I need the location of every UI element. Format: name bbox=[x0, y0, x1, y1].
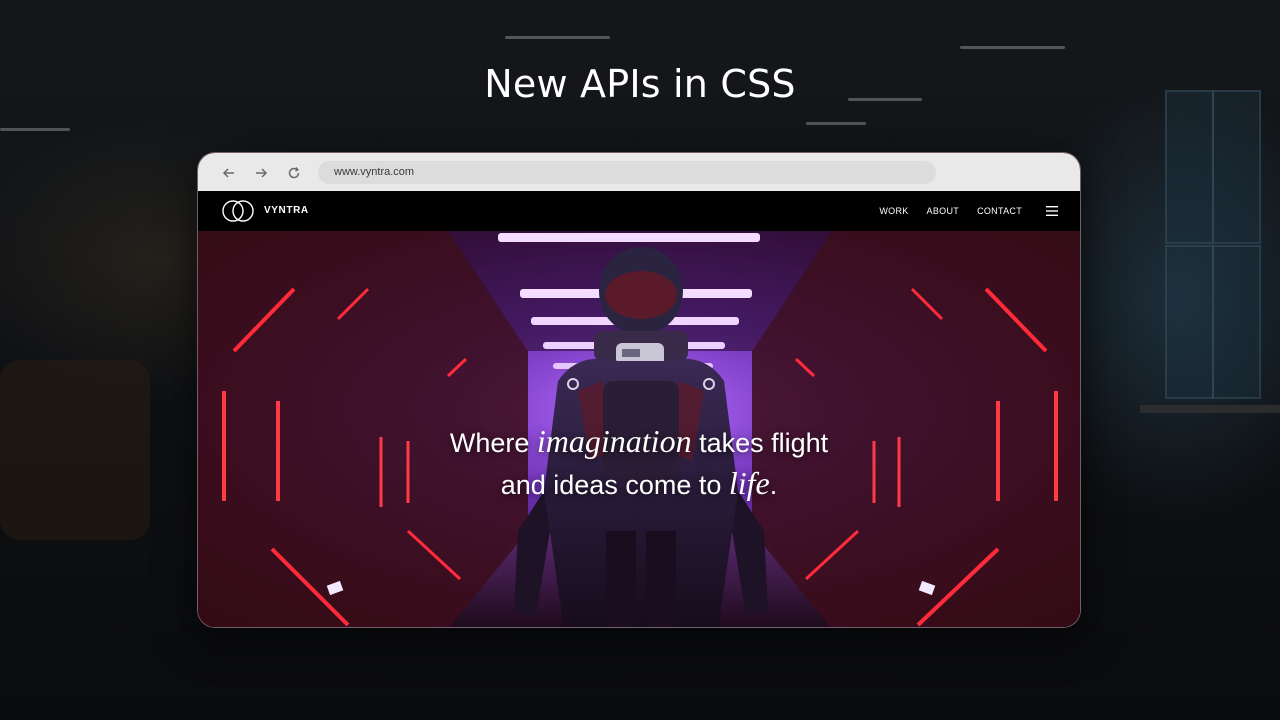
slide-title: New APIs in CSS bbox=[484, 62, 796, 106]
browser-window: www.vyntra.com VYNTRA WORK ABOUT CONTACT bbox=[197, 152, 1081, 628]
desk bbox=[1140, 405, 1280, 413]
brand-name[interactable]: VYNTRA bbox=[264, 205, 309, 216]
chair bbox=[0, 360, 150, 540]
tagline-text: takes flight bbox=[691, 428, 829, 458]
window-pane bbox=[1212, 90, 1261, 244]
window-pane bbox=[1212, 245, 1261, 399]
tagline-text: and ideas come to bbox=[500, 470, 729, 500]
address-bar[interactable]: www.vyntra.com bbox=[318, 161, 936, 184]
hero-tagline-line-2: and ideas come to life. bbox=[198, 463, 1080, 505]
tagline-emphasis: imagination bbox=[536, 423, 692, 459]
menu-item-about[interactable]: ABOUT bbox=[927, 206, 960, 216]
hero-tagline: Where imagination takes flight and ideas… bbox=[198, 421, 1080, 505]
ceiling-light bbox=[0, 128, 70, 131]
window-pane bbox=[1165, 245, 1214, 399]
reload-icon[interactable] bbox=[283, 162, 305, 184]
hero-tagline-line-1: Where imagination takes flight bbox=[198, 421, 1080, 463]
site-menu: WORK ABOUT CONTACT bbox=[879, 206, 1022, 216]
ceiling-light bbox=[806, 122, 866, 125]
ceiling-light bbox=[960, 46, 1065, 49]
site-header: VYNTRA WORK ABOUT CONTACT bbox=[198, 191, 1080, 231]
menu-item-contact[interactable]: CONTACT bbox=[977, 206, 1022, 216]
menu-item-work[interactable]: WORK bbox=[879, 206, 908, 216]
tagline-text: Where bbox=[449, 428, 537, 458]
window-pane bbox=[1165, 90, 1214, 244]
forward-arrow-icon[interactable] bbox=[250, 162, 272, 184]
vyntra-logo-icon[interactable] bbox=[220, 199, 256, 223]
tagline-text: . bbox=[769, 470, 778, 500]
hamburger-menu-icon[interactable] bbox=[1046, 206, 1058, 216]
ceiling-light bbox=[505, 36, 610, 39]
back-arrow-icon[interactable] bbox=[218, 162, 240, 184]
tagline-emphasis: life bbox=[728, 465, 770, 501]
hero-section: Where imagination takes flight and ideas… bbox=[198, 231, 1080, 627]
browser-toolbar: www.vyntra.com bbox=[198, 153, 1080, 191]
